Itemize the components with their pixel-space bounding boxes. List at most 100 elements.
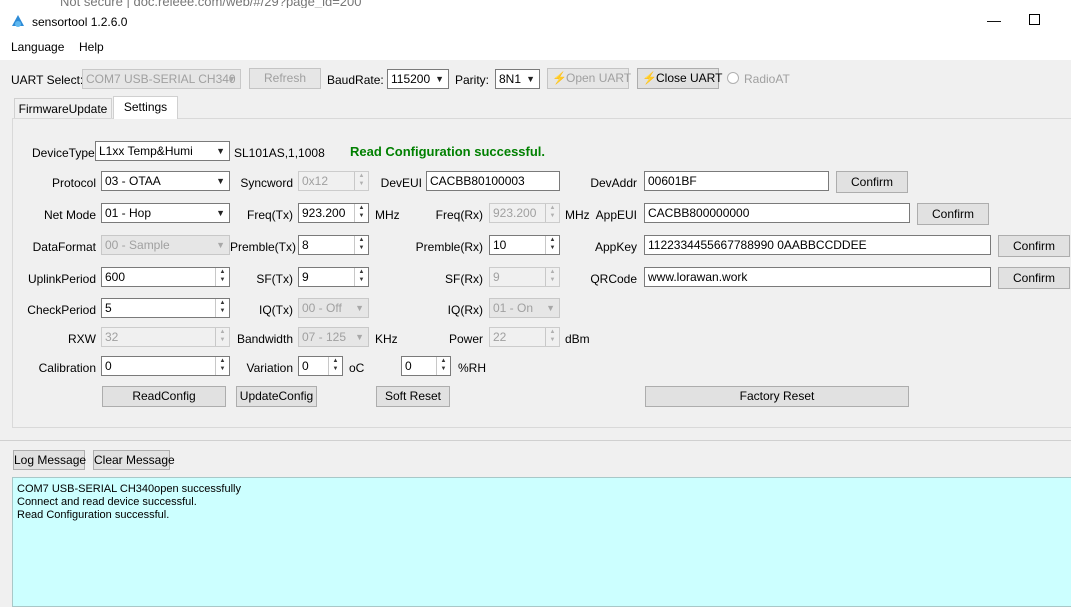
devicetype-select[interactable]: L1xx Temp&Humi ▼: [95, 141, 230, 161]
chevron-down-icon: ▼: [355, 303, 364, 313]
spinner-arrows-icon[interactable]: ▲ ▼: [354, 268, 368, 286]
log-line: COM7 USB-SERIAL CH340open successfully: [17, 483, 241, 495]
syncword-spinbox[interactable]: 0x12 ▲ ▼: [298, 171, 369, 191]
protocol-select[interactable]: 03 - OTAA ▼: [101, 171, 230, 191]
log-message-button[interactable]: Log Message: [13, 450, 86, 470]
protocol-label: Protocol: [51, 176, 96, 190]
appeui-confirm-button[interactable]: Confirm: [917, 203, 989, 225]
sftx-spinbox[interactable]: 9 ▲ ▼: [298, 267, 369, 287]
radioat-label: RadioAT: [744, 72, 790, 86]
uplinkperiod-label: UplinkPeriod: [27, 272, 96, 286]
device-info: SL101AS,1,1008: [234, 146, 325, 160]
preamblerx-value: 10: [493, 238, 507, 252]
bandwidth-label: Bandwidth: [236, 332, 293, 346]
spinner-arrows-icon[interactable]: ▲ ▼: [215, 357, 229, 375]
appeui-field[interactable]: CACBB800000000: [644, 203, 910, 223]
devaddr-confirm-button[interactable]: Confirm: [836, 171, 908, 193]
variation-temp-spinbox[interactable]: 0 ▲ ▼: [298, 356, 343, 376]
menu-language[interactable]: Language: [11, 40, 64, 54]
freqrx-unit: MHz: [565, 208, 590, 222]
log-line: Connect and read device successful.: [17, 496, 197, 508]
chevron-down-icon: ▼: [216, 208, 225, 218]
log-line: Read Configuration successful.: [17, 509, 170, 521]
power-spinbox[interactable]: 22 ▲ ▼: [489, 327, 560, 347]
radioat-radio[interactable]: [727, 72, 739, 84]
bandwidth-select[interactable]: 07 - 125 ▼: [298, 327, 369, 347]
variation-rh-spinbox[interactable]: 0 ▲ ▼: [401, 356, 451, 376]
prembletx-label: Premble(Tx): [230, 240, 297, 254]
parity-label: Parity:: [455, 73, 490, 87]
variation-rh-unit: %RH: [458, 361, 487, 375]
sfrx-label: SF(Rx): [445, 272, 483, 286]
protocol-value: 03 - OTAA: [105, 174, 161, 188]
spinner-arrows-icon[interactable]: ▲ ▼: [354, 236, 368, 254]
open-uart-label: Open UART: [566, 71, 632, 85]
prembletx-spinbox[interactable]: 8 ▲ ▼: [298, 235, 369, 255]
minimize-icon[interactable]: —: [987, 12, 1001, 28]
preamblerx-label: Premble(Rx): [415, 240, 483, 254]
freqtx-spinbox[interactable]: 923.200 ▲ ▼: [298, 203, 369, 223]
dataformat-label: DataFormat: [32, 240, 96, 254]
readconfig-button[interactable]: ReadConfig: [102, 386, 226, 407]
qrcode-confirm-button[interactable]: Confirm: [998, 267, 1070, 289]
iqtx-select[interactable]: 00 - Off ▼: [298, 298, 369, 318]
updateconfig-button[interactable]: UpdateConfig: [236, 386, 317, 407]
spinner-arrows-icon[interactable]: ▲ ▼: [545, 268, 559, 286]
devaddr-field[interactable]: 00601BF: [644, 171, 829, 191]
spinner-arrows-icon[interactable]: ▲ ▼: [354, 204, 368, 222]
clear-message-button[interactable]: Clear Message: [93, 450, 175, 470]
appkey-field[interactable]: 1122334455667788990 0AABBCCDDEE: [644, 235, 991, 255]
menu-help[interactable]: Help: [79, 40, 104, 54]
calibration-value: 0: [105, 359, 112, 373]
sfrx-value: 9: [493, 270, 500, 284]
deveui-label: DevEUI: [380, 176, 422, 190]
variation-temp-unit: oC: [349, 361, 365, 375]
qrcode-field[interactable]: www.lorawan.work: [644, 267, 991, 287]
close-uart-button[interactable]: ⚡ Close UART: [637, 68, 722, 89]
netmode-select[interactable]: 01 - Hop ▼: [101, 203, 230, 223]
spinner-arrows-icon[interactable]: ▲ ▼: [328, 357, 342, 375]
iqrx-label: IQ(Rx): [447, 303, 483, 317]
baudrate-select[interactable]: 115200 ▼: [387, 69, 449, 89]
spinner-arrows-icon[interactable]: ▲ ▼: [545, 204, 559, 222]
freqrx-spinbox[interactable]: 923.200 ▲ ▼: [489, 203, 560, 223]
checkperiod-spinbox[interactable]: 5 ▲ ▼: [101, 298, 230, 318]
log-output[interactable]: COM7 USB-SERIAL CH340open successfully C…: [12, 477, 1071, 607]
preamblerx-spinbox[interactable]: 10 ▲ ▼: [489, 235, 560, 255]
tab-settings[interactable]: Settings: [113, 96, 178, 119]
iqrx-select[interactable]: 01 - On ▼: [489, 298, 560, 318]
soft-reset-button[interactable]: Soft Reset: [376, 386, 450, 407]
spinner-arrows-icon[interactable]: ▲ ▼: [215, 328, 229, 346]
appkey-confirm-button[interactable]: Confirm: [998, 235, 1070, 257]
spinner-arrows-icon[interactable]: ▲ ▼: [436, 357, 450, 375]
window-title: sensortool 1.2.6.0: [32, 15, 128, 29]
open-uart-button[interactable]: ⚡ Open UART: [547, 68, 632, 89]
variation-temp-value: 0: [302, 359, 309, 373]
maximize-icon[interactable]: [1029, 14, 1040, 25]
syncword-value: 0x12: [302, 174, 329, 188]
baudrate-label: BaudRate:: [327, 73, 384, 87]
spinner-arrows-icon[interactable]: ▲ ▼: [215, 299, 229, 317]
spinner-arrows-icon[interactable]: ▲ ▼: [215, 268, 229, 286]
factory-reset-button[interactable]: Factory Reset: [645, 386, 909, 407]
browser-url: Not secure | doc.releee.com/web/#/29?pag…: [60, 0, 362, 8]
calibration-spinbox[interactable]: 0 ▲ ▼: [101, 356, 230, 376]
refresh-button[interactable]: Refresh: [249, 68, 321, 89]
dataformat-select[interactable]: 00 - Sample ▼: [101, 235, 230, 255]
rxw-spinbox[interactable]: 32 ▲ ▼: [101, 327, 230, 347]
iqtx-value: 00 - Off: [302, 301, 342, 315]
iqrx-value: 01 - On: [493, 301, 534, 315]
spinner-arrows-icon[interactable]: ▲ ▼: [354, 172, 368, 190]
chevron-down-icon: ▼: [355, 332, 364, 342]
sfrx-spinbox[interactable]: 9 ▲ ▼: [489, 267, 560, 287]
spinner-arrows-icon[interactable]: ▲ ▼: [545, 328, 559, 346]
uplinkperiod-spinbox[interactable]: 600 ▲ ▼: [101, 267, 230, 287]
freqrx-value: 923.200: [493, 206, 537, 220]
deveui-field[interactable]: CACBB80100003: [426, 171, 560, 191]
tab-firmwareupdate[interactable]: FirmwareUpdate: [14, 98, 112, 118]
parity-select[interactable]: 8N1 ▼: [495, 69, 540, 89]
uart-port-select[interactable]: COM7 USB-SERIAL CH340 ▼: [82, 69, 241, 89]
chevron-down-icon: ▼: [435, 74, 444, 84]
variation-label: Variation: [246, 361, 293, 375]
spinner-arrows-icon[interactable]: ▲ ▼: [545, 236, 559, 254]
